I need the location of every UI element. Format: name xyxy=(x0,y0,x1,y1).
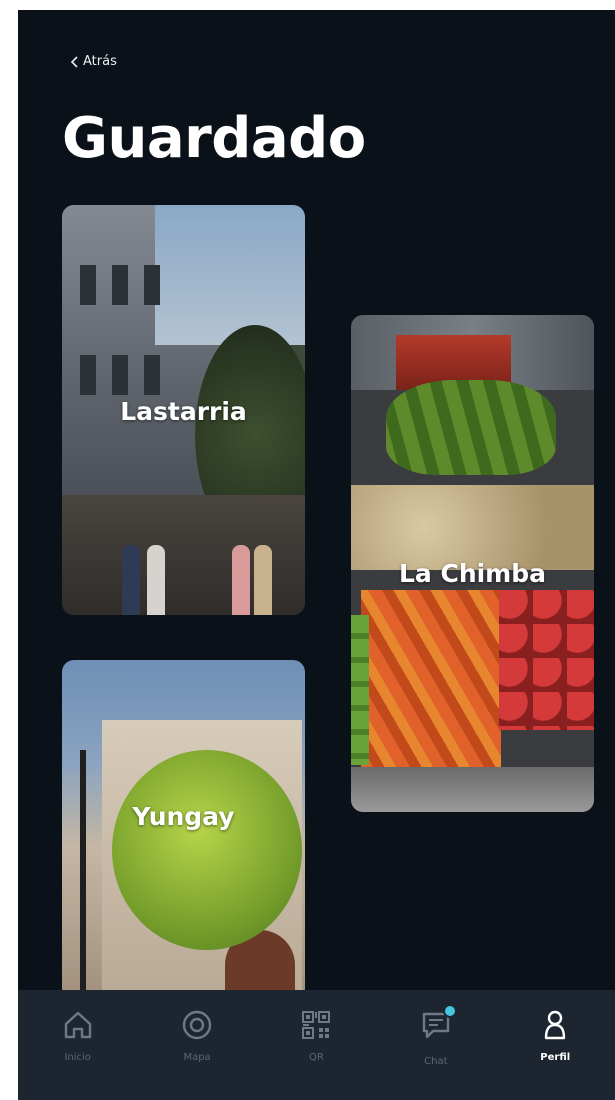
sky-photo-area xyxy=(155,205,305,345)
window-shape xyxy=(80,355,96,395)
window-shape xyxy=(144,355,160,395)
saved-card-yungay[interactable]: Yungay xyxy=(62,660,305,1000)
nav-label: Perfil xyxy=(540,1052,571,1063)
nav-item-chat[interactable]: Chat xyxy=(386,1004,486,1067)
tray-photo-area xyxy=(351,767,594,812)
target-icon xyxy=(182,1010,212,1040)
window-shape xyxy=(112,265,128,305)
person-shape xyxy=(122,545,140,615)
card-label: Lastarria xyxy=(120,397,247,426)
nav-item-inicio[interactable]: Inicio xyxy=(28,1008,128,1063)
nav-item-perfil[interactable]: Perfil xyxy=(505,1008,605,1063)
card-label: La Chimba xyxy=(398,559,547,588)
saved-card-la-chimba[interactable]: La Chimba xyxy=(351,315,594,812)
person-shape xyxy=(232,545,250,615)
person-shape xyxy=(254,545,272,615)
profile-icon xyxy=(545,1010,566,1040)
nav-label: Chat xyxy=(424,1056,448,1067)
window-shape xyxy=(112,355,128,395)
lamp-post-shape xyxy=(80,750,86,1000)
nav-label: Inicio xyxy=(64,1052,91,1063)
bottom-navigation: Inicio Mapa QR Chat Perfil xyxy=(18,990,615,1100)
limes-photo-area xyxy=(351,615,369,765)
nav-label: QR xyxy=(309,1052,324,1063)
nav-item-qr[interactable]: QR xyxy=(266,1008,366,1063)
back-label: Atrás xyxy=(83,54,117,69)
window-shape xyxy=(80,265,96,305)
bananas-photo-area xyxy=(386,380,556,475)
saved-screen: Atrás Guardado Lastarria La Chimba Yunga… xyxy=(18,10,615,1100)
person-shape xyxy=(147,545,165,615)
home-icon xyxy=(64,1011,91,1039)
back-button[interactable]: Atrás xyxy=(70,54,117,69)
nav-label: Mapa xyxy=(183,1052,211,1063)
chat-icon-wrapper xyxy=(419,1004,457,1046)
page-title: Guardado xyxy=(62,106,366,171)
window-shape xyxy=(144,265,160,305)
chevron-left-icon xyxy=(70,55,78,68)
peppers-photo-area xyxy=(361,590,501,770)
nuts-photo-area xyxy=(351,485,594,570)
saved-card-lastarria[interactable]: Lastarria xyxy=(62,205,305,615)
notification-dot xyxy=(442,1004,457,1018)
qr-code-icon xyxy=(302,1011,331,1039)
card-label: Yungay xyxy=(132,802,235,831)
tomatoes-photo-area xyxy=(499,590,594,730)
nav-item-mapa[interactable]: Mapa xyxy=(147,1008,247,1063)
tree-photo-area xyxy=(112,750,302,950)
